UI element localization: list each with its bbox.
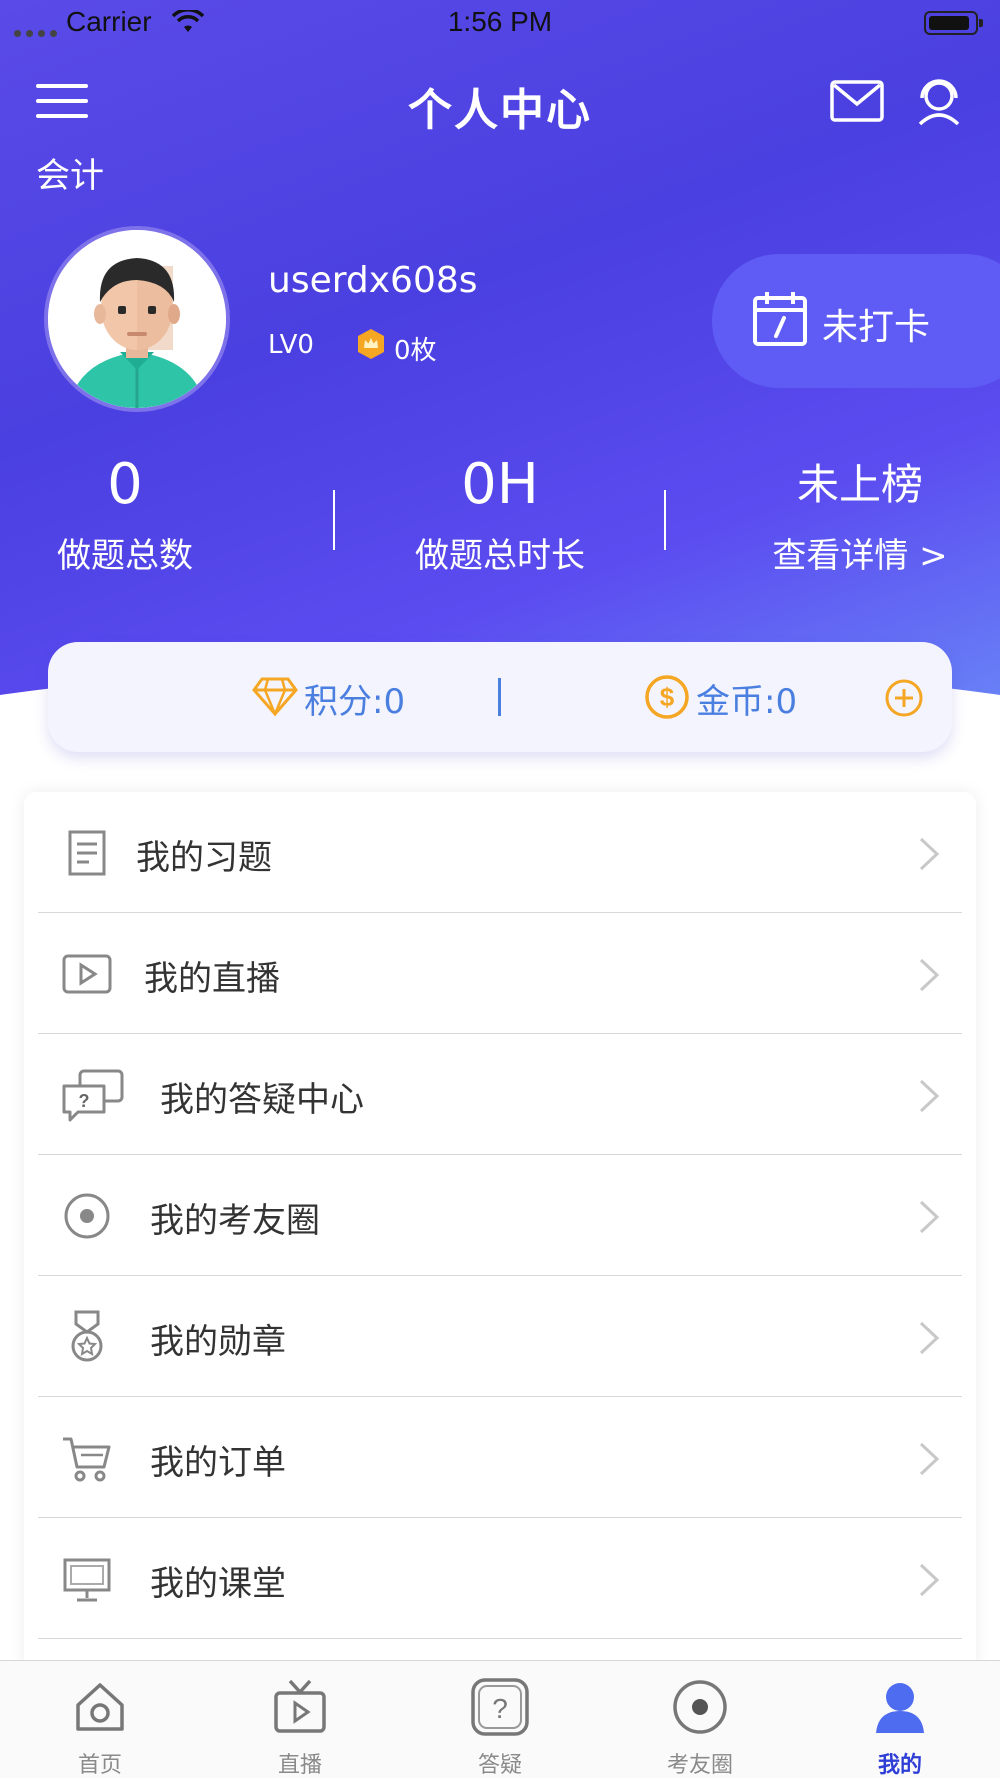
stat-value: 0	[107, 452, 143, 517]
home-icon	[76, 1683, 124, 1731]
cart-icon	[63, 1437, 111, 1482]
battery-icon	[924, 11, 983, 35]
menu-item-live[interactable]: 我的直播	[38, 913, 962, 1034]
chevron-right-icon	[919, 1442, 940, 1476]
classroom-icon	[63, 1558, 111, 1602]
question-chat-icon: ?	[62, 1069, 124, 1122]
tab-label: 我的	[877, 1753, 922, 1778]
stat-value: 未上榜	[796, 460, 923, 509]
tab-live[interactable]: 直播	[200, 1661, 400, 1778]
circle-dot-icon	[673, 1680, 727, 1734]
stat-divider	[664, 490, 666, 550]
coins-label[interactable]: 金币:0	[696, 674, 797, 723]
stat-ranking[interactable]: 未上榜 查看详情 >	[760, 450, 960, 577]
stat-label: 做题总数	[57, 536, 193, 576]
username: userdx608s	[268, 260, 478, 301]
checkin-label: 未打卡	[822, 307, 931, 348]
circle-dot-icon	[64, 1193, 110, 1239]
chevron-right-icon	[919, 837, 940, 871]
medal-count: 0枚	[394, 336, 437, 366]
tab-label: 考友圈	[666, 1753, 733, 1778]
question-icon: ?	[471, 1678, 529, 1736]
avatar[interactable]	[44, 226, 230, 412]
user-level: LV0	[268, 330, 314, 360]
avatar-illustration	[48, 230, 226, 408]
stat-divider	[333, 490, 335, 550]
menu-item-label: 我的勋章	[150, 1322, 286, 1362]
document-icon	[68, 830, 106, 876]
subject-selector[interactable]: 会计	[36, 148, 104, 197]
tab-label: 首页	[77, 1753, 122, 1778]
stat-question-count: 0 做题总数	[40, 450, 210, 577]
calendar-icon	[753, 292, 807, 346]
menu-item-label: 我的答疑中心	[160, 1080, 364, 1120]
chevron-right-icon	[919, 1200, 940, 1234]
chevron-right-icon	[919, 1563, 940, 1597]
menu-item-qa-center[interactable]: ? 我的答疑中心	[38, 1034, 962, 1155]
diamond-icon	[252, 677, 298, 716]
menu-item-label: 我的订单	[150, 1443, 286, 1483]
customer-service-icon[interactable]	[914, 76, 964, 126]
stat-total-time: 0H 做题总时长	[390, 450, 610, 577]
view-details-link[interactable]: 查看详情 >	[760, 528, 960, 577]
clock: 1:56 PM	[447, 6, 553, 37]
tab-home[interactable]: 首页	[0, 1661, 200, 1778]
chevron-right-icon	[919, 958, 940, 992]
medal-icon	[71, 1310, 103, 1362]
menu-item-circle[interactable]: 我的考友圈	[38, 1155, 962, 1276]
menu-item-label: 我的课堂	[150, 1564, 286, 1604]
tab-mine[interactable]: 我的	[800, 1661, 1000, 1778]
menu-item-classroom[interactable]: 我的课堂	[38, 1518, 962, 1639]
wallet-divider	[498, 678, 501, 716]
tab-label: 答疑	[477, 1753, 522, 1778]
tab-qa[interactable]: ? 答疑	[400, 1661, 600, 1778]
chevron-right-icon	[919, 1079, 940, 1113]
stat-value: 0H	[461, 452, 539, 517]
points-label[interactable]: 积分:0	[304, 674, 405, 723]
stat-label: 做题总时长	[415, 536, 585, 576]
menu-item-medals[interactable]: 我的勋章	[38, 1276, 962, 1397]
menu-list: 我的习题 我的直播 ? 我的答疑中心 我的考友圈 我的勋章 我的订单 我的课堂	[24, 792, 976, 1672]
wallet-card: 积分:0 $ 金币:0	[48, 642, 952, 752]
crown-badge-icon	[358, 329, 384, 359]
mail-icon[interactable]	[830, 80, 884, 122]
tv-icon	[274, 1679, 326, 1733]
tab-circle[interactable]: 考友圈	[600, 1661, 800, 1778]
add-circle-icon[interactable]	[884, 678, 924, 718]
chevron-right-icon	[919, 1321, 940, 1355]
coin-icon: $	[645, 675, 689, 719]
tab-label: 直播	[277, 1753, 322, 1778]
menu-item-label: 我的考友圈	[150, 1201, 320, 1241]
menu-item-label: 我的习题	[136, 838, 272, 878]
play-icon	[62, 954, 112, 994]
menu-item-exercises[interactable]: 我的习题	[38, 792, 962, 913]
user-icon	[876, 1683, 924, 1733]
svg-text:?: ?	[79, 1091, 90, 1111]
status-bar: Carrier 1:56 PM	[0, 0, 1000, 48]
svg-text:?: ?	[492, 1693, 508, 1724]
tab-bar: 首页 直播 ? 答疑 考友圈 我的	[0, 1660, 1000, 1778]
checkin-button[interactable]: 未打卡	[712, 254, 1000, 388]
menu-item-orders[interactable]: 我的订单	[38, 1397, 962, 1518]
svg-text:$: $	[660, 682, 675, 712]
menu-item-label: 我的直播	[144, 959, 280, 999]
